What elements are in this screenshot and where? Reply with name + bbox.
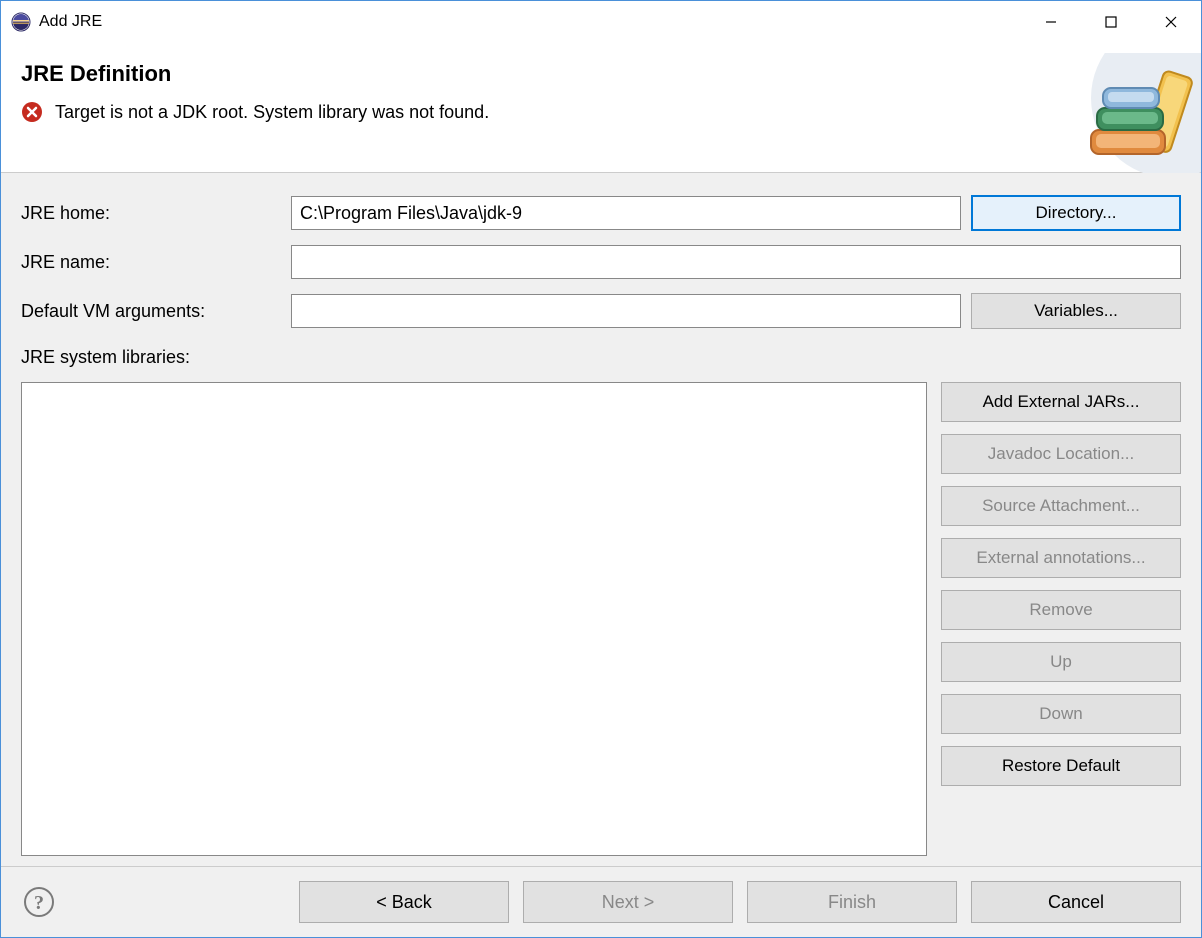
- restore-default-button[interactable]: Restore Default: [941, 746, 1181, 786]
- jre-name-input[interactable]: [291, 245, 1181, 279]
- jre-home-input[interactable]: [291, 196, 961, 230]
- next-button[interactable]: Next >: [523, 881, 733, 923]
- help-button[interactable]: ?: [21, 884, 57, 920]
- directory-button[interactable]: Directory...: [971, 195, 1181, 231]
- vm-args-row: Default VM arguments: Variables...: [21, 293, 1181, 329]
- javadoc-location-button[interactable]: Javadoc Location...: [941, 434, 1181, 474]
- eclipse-icon: [11, 12, 31, 32]
- error-icon: [21, 101, 43, 123]
- jre-name-row: JRE name:: [21, 245, 1181, 279]
- titlebar: Add JRE: [1, 1, 1201, 43]
- finish-button[interactable]: Finish: [747, 881, 957, 923]
- syslib-button-column: Add External JARs... Javadoc Location...…: [941, 382, 1181, 856]
- window-title: Add JRE: [39, 13, 1021, 31]
- vm-args-input[interactable]: [291, 294, 961, 328]
- vm-args-label: Default VM arguments:: [21, 301, 281, 322]
- minimize-button[interactable]: [1021, 1, 1081, 43]
- syslib-area: Add External JARs... Javadoc Location...…: [21, 382, 1181, 856]
- jre-home-row: JRE home: Directory...: [21, 195, 1181, 231]
- syslib-label: JRE system libraries:: [21, 347, 1181, 368]
- close-button[interactable]: [1141, 1, 1201, 43]
- error-message-row: Target is not a JDK root. System library…: [21, 101, 1181, 123]
- variables-button[interactable]: Variables...: [971, 293, 1181, 329]
- add-jre-dialog: Add JRE JRE Definition: [0, 0, 1202, 938]
- maximize-button[interactable]: [1081, 1, 1141, 43]
- svg-text:?: ?: [34, 892, 44, 914]
- cancel-button[interactable]: Cancel: [971, 881, 1181, 923]
- wizard-footer: ? < Back Next > Finish Cancel: [1, 866, 1201, 937]
- source-attachment-button[interactable]: Source Attachment...: [941, 486, 1181, 526]
- add-external-jars-button[interactable]: Add External JARs...: [941, 382, 1181, 422]
- error-message-text: Target is not a JDK root. System library…: [55, 102, 489, 123]
- down-button[interactable]: Down: [941, 694, 1181, 734]
- jre-name-label: JRE name:: [21, 252, 281, 273]
- form-content: JRE home: Directory... JRE name: Default…: [1, 173, 1201, 866]
- syslib-listbox[interactable]: [21, 382, 927, 856]
- up-button[interactable]: Up: [941, 642, 1181, 682]
- external-annotations-button[interactable]: External annotations...: [941, 538, 1181, 578]
- window-controls: [1021, 1, 1201, 43]
- page-title: JRE Definition: [21, 61, 1181, 87]
- jre-home-label: JRE home:: [21, 203, 281, 224]
- remove-button[interactable]: Remove: [941, 590, 1181, 630]
- wizard-banner: JRE Definition Target is not a JDK root.…: [1, 43, 1201, 173]
- back-button[interactable]: < Back: [299, 881, 509, 923]
